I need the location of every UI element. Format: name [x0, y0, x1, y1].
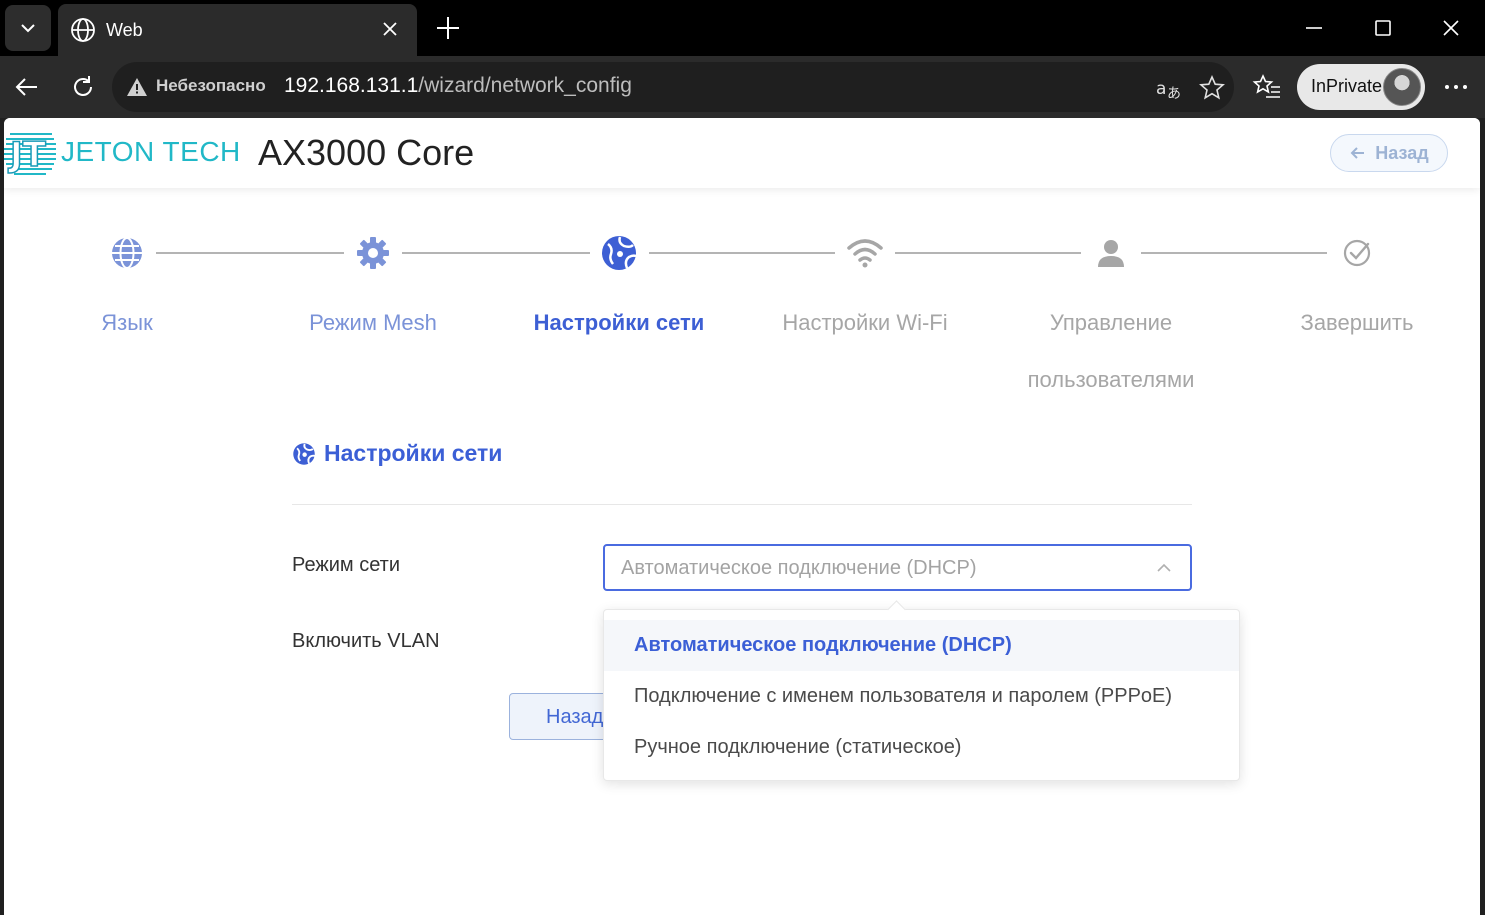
url-host: 192.168.131.1 — [284, 74, 419, 97]
product-name: AX3000 Core — [258, 132, 475, 173]
minimize-icon[interactable] — [1300, 14, 1328, 42]
user-icon — [1098, 240, 1124, 267]
app-header: JT JETON TECH AX3000 Core Назад — [4, 118, 1480, 188]
vlan-label: Включить VLAN — [292, 630, 440, 652]
jeton-logo-icon: JT — [4, 133, 56, 176]
step-label-network[interactable]: Настройки сети — [509, 294, 729, 351]
tab-actions-button[interactable] — [5, 5, 51, 51]
step-finish[interactable] — [1332, 228, 1382, 278]
avatar — [1383, 68, 1421, 106]
svg-text:a: a — [1156, 79, 1166, 99]
close-window-icon[interactable] — [1437, 14, 1465, 42]
tab-title: Web — [106, 20, 143, 40]
arrow-left-icon — [1350, 147, 1365, 159]
maximize-icon[interactable] — [1369, 14, 1397, 42]
network-globe-icon — [293, 442, 316, 465]
browser-toolbar: Небезопасно 192.168.131.1/wizard/network… — [0, 56, 1485, 118]
more-options-icon[interactable] — [1441, 72, 1471, 102]
dropdown-option-static[interactable]: Ручное подключение (статическое) — [604, 722, 1239, 773]
step-label-finish[interactable]: Завершить — [1247, 294, 1467, 351]
back-arrow-icon[interactable] — [12, 72, 42, 102]
chevron-up-icon — [1157, 563, 1171, 572]
gear-icon — [357, 237, 389, 269]
globe-icon — [71, 18, 95, 42]
step-connector — [895, 252, 1081, 254]
step-label-mesh[interactable]: Режим Mesh — [263, 294, 483, 351]
header-back-button[interactable]: Назад — [1330, 134, 1448, 172]
step-users[interactable] — [1086, 228, 1136, 278]
step-label-users[interactable]: Управление пользователями — [1001, 294, 1221, 408]
new-tab-icon[interactable] — [432, 12, 464, 44]
wifi-icon — [847, 239, 883, 268]
page-content: JT JETON TECH AX3000 Core Назад Язык Реж… — [4, 118, 1480, 915]
svg-text:あ: あ — [1167, 86, 1181, 102]
step-connector — [402, 252, 590, 254]
step-language[interactable] — [102, 228, 152, 278]
chevron-down-icon — [21, 24, 35, 33]
check-circle-icon — [1343, 239, 1371, 267]
inprivate-label: InPrivate — [1311, 76, 1383, 96]
step-network[interactable] — [594, 228, 644, 278]
step-connector — [156, 252, 344, 254]
refresh-icon[interactable] — [68, 72, 98, 102]
dropdown-option-dhcp[interactable]: Автоматическое подключение (DHCP) — [604, 620, 1239, 671]
divider — [292, 504, 1192, 505]
dropdown-option-pppoe[interactable]: Подключение с именем пользователя и паро… — [604, 671, 1239, 722]
network-mode-value: Автоматическое подключение (DHCP) — [621, 557, 977, 579]
step-connector — [649, 252, 835, 254]
brand-name: JETON TECH — [61, 136, 241, 167]
network-mode-select[interactable]: Автоматическое подключение (DHCP) — [603, 544, 1192, 591]
translate-icon[interactable]: aあ — [1154, 74, 1182, 102]
browser-tab[interactable]: Web — [58, 4, 417, 56]
favorites-icon[interactable] — [1252, 72, 1282, 102]
network-mode-label: Режим сети — [292, 554, 401, 576]
url-text[interactable]: 192.168.131.1/wizard/network_config — [284, 74, 632, 98]
step-connector — [1141, 252, 1327, 254]
address-bar[interactable]: Небезопасно 192.168.131.1/wizard/network… — [112, 62, 1234, 112]
step-wifi[interactable] — [840, 228, 890, 278]
step-label-language[interactable]: Язык — [17, 294, 237, 351]
globe-icon — [112, 237, 142, 269]
favorite-star-icon[interactable] — [1198, 74, 1226, 102]
network-globe-icon — [602, 236, 637, 270]
svg-text:JT: JT — [8, 135, 47, 175]
security-status[interactable]: Небезопасно — [156, 76, 266, 96]
warning-icon — [127, 78, 147, 96]
wizard-steps: Язык Режим Mesh Настройки сети Настройки… — [4, 228, 1480, 392]
step-mesh[interactable] — [348, 228, 398, 278]
step-label-wifi[interactable]: Настройки Wi-Fi — [755, 294, 975, 351]
network-mode-dropdown: Автоматическое подключение (DHCP) Подклю… — [603, 609, 1240, 781]
browser-titlebar: Web — [0, 0, 1485, 56]
url-path: /wizard/network_config — [418, 74, 632, 97]
header-back-label: Назад — [1375, 142, 1429, 163]
close-tab-icon[interactable] — [377, 16, 403, 42]
inprivate-profile-button[interactable]: InPrivate — [1297, 64, 1425, 110]
section-title: Настройки сети — [292, 440, 502, 467]
section-title-text: Настройки сети — [324, 440, 503, 466]
